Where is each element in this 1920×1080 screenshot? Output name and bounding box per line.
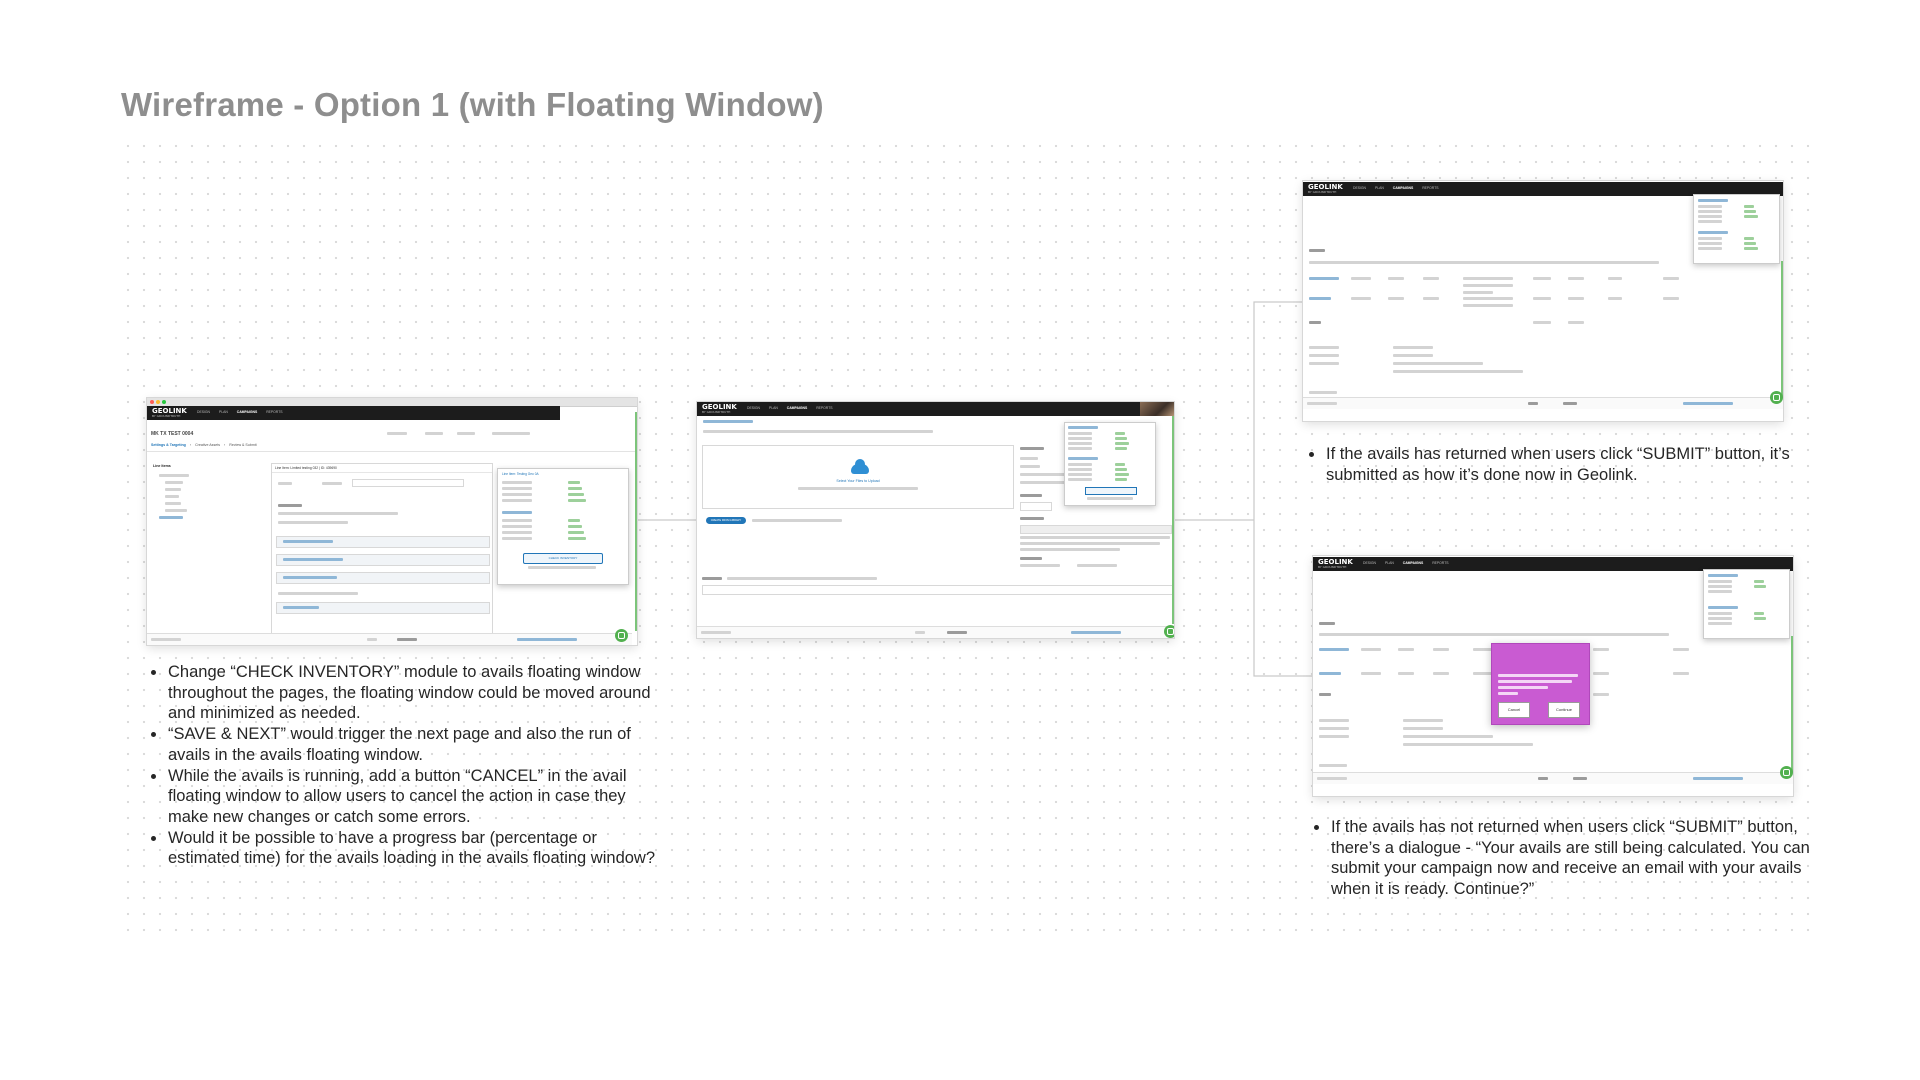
dialog-continue-button[interactable]: Continue xyxy=(1548,702,1580,718)
floating-window-edge xyxy=(635,412,637,631)
nav-campaigns[interactable]: CAMPAIGNS xyxy=(237,410,257,414)
nav-reports[interactable]: REPORTS xyxy=(266,410,282,414)
page-footer xyxy=(147,633,632,645)
floating-window-title: Line Item: Testing Geo 0A xyxy=(502,472,539,476)
dialog-cancel-button[interactable]: Cancel xyxy=(1498,702,1530,718)
nav-campaigns[interactable]: CAMPAIGNS xyxy=(1403,561,1423,565)
wireframe-screen-review-returned: GEOLINK BY GROUNDTRUTH DESIGN PLAN CAMPAI… xyxy=(1303,181,1783,421)
nav-reports[interactable]: REPORTS xyxy=(1422,186,1438,190)
nav-design[interactable]: DESIGN xyxy=(747,406,760,410)
nav-reports[interactable]: REPORTS xyxy=(816,406,832,410)
avails-minimized-button[interactable] xyxy=(1780,766,1793,779)
nav-reports[interactable]: REPORTS xyxy=(1432,561,1448,565)
create-from-library-button[interactable]: CREATE FROM LIBRARY xyxy=(706,517,746,524)
note-item: If the avails has not returned when user… xyxy=(1330,817,1835,900)
nav-plan[interactable]: PLAN xyxy=(1385,561,1394,565)
nav-plan[interactable]: PLAN xyxy=(1375,186,1384,190)
line-item-title: Line Item: Limited testing 032 | ID: 439… xyxy=(275,466,337,470)
line-item-form: Line Item: Limited testing 032 | ID: 439… xyxy=(271,463,493,635)
avails-minimized-button[interactable] xyxy=(615,629,628,642)
nav-plan[interactable]: PLAN xyxy=(769,406,778,410)
nav-design[interactable]: DESIGN xyxy=(1353,186,1366,190)
progress-steps: Settings & Targeting › Creative Assets ›… xyxy=(151,443,257,447)
avails-pending-dialog[interactable]: Cancel Continue xyxy=(1491,643,1590,725)
note-item: Would it be possible to have a progress … xyxy=(167,828,667,869)
note-item: While the avails is running, add a butto… xyxy=(167,766,667,828)
nav-campaigns[interactable]: CAMPAIGNS xyxy=(1393,186,1413,190)
wireframe-screen-review-pending: GEOLINK BY GROUNDTRUTH DESIGN PLAN CAMPAI… xyxy=(1313,556,1793,796)
upload-text: Select Your Files to Upload xyxy=(836,479,880,483)
upload-cloud-icon xyxy=(851,459,869,474)
wireframe-screen-settings: GEOLINK BY GROUNDTRUTH DESIGN PLAN CAMPAI… xyxy=(147,398,637,645)
app-navbar: GEOLINK BY GROUNDTRUTH DESIGN PLAN CAMPAI… xyxy=(697,402,1174,416)
line-items-label: Line Items xyxy=(153,464,171,468)
notes-left: Change “CHECK INVENTORY” module to avail… xyxy=(145,662,667,869)
avails-floating-window[interactable] xyxy=(1703,569,1790,639)
check-inventory-button[interactable]: CHECK INVENTORY xyxy=(523,553,603,564)
campaign-name: MK TX TEST 0004 xyxy=(151,431,194,437)
nav-design[interactable]: DESIGN xyxy=(197,410,210,414)
avails-minimized-button[interactable] xyxy=(1164,625,1174,638)
step-review[interactable]: Review & Submit xyxy=(229,443,256,447)
wireframe-screen-creative: GEOLINK BY GROUNDTRUTH DESIGN PLAN CAMPAI… xyxy=(697,402,1174,638)
user-avatar[interactable] xyxy=(1140,402,1174,416)
nav-design[interactable]: DESIGN xyxy=(1363,561,1376,565)
step-creative[interactable]: Creative Assets xyxy=(195,443,220,447)
note-item: “SAVE & NEXT” would trigger the next pag… xyxy=(167,724,667,765)
avails-floating-window[interactable] xyxy=(1693,194,1780,264)
upload-dropzone[interactable]: Select Your Files to Upload xyxy=(702,445,1014,509)
nav-campaigns[interactable]: CAMPAIGNS xyxy=(787,406,807,410)
geolink-logo: GEOLINK BY GROUNDTRUTH xyxy=(702,403,737,414)
page-footer xyxy=(1313,772,1793,784)
notes-bottom-right: If the avails has not returned when user… xyxy=(1308,817,1835,900)
note-item: Change “CHECK INVENTORY” module to avail… xyxy=(167,662,667,724)
step-settings[interactable]: Settings & Targeting xyxy=(151,443,186,447)
avails-floating-window[interactable]: Line Item: Testing Geo 0A CHECK INVENTOR… xyxy=(497,468,629,585)
page-footer xyxy=(1303,397,1783,409)
nav-plan[interactable]: PLAN xyxy=(219,410,228,414)
page-footer xyxy=(697,626,1174,638)
notes-top-right: If the avails has returned when users cl… xyxy=(1303,444,1825,485)
avails-minimized-button[interactable] xyxy=(1770,391,1783,404)
geolink-logo: GEOLINK BY GROUNDTRUTH xyxy=(152,407,187,418)
page-title: Wireframe - Option 1 (with Floating Wind… xyxy=(121,86,824,123)
line-items-panel: Line Items xyxy=(151,464,271,624)
geolink-logo: GEOLINK BY GROUNDTRUTH xyxy=(1318,558,1353,569)
geolink-logo: GEOLINK BY GROUNDTRUTH xyxy=(1308,183,1343,194)
app-navbar: GEOLINK BY GROUNDTRUTH DESIGN PLAN CAMPAI… xyxy=(147,406,560,420)
avails-floating-window[interactable] xyxy=(1064,422,1156,506)
note-item: If the avails has returned when users cl… xyxy=(1325,444,1825,485)
